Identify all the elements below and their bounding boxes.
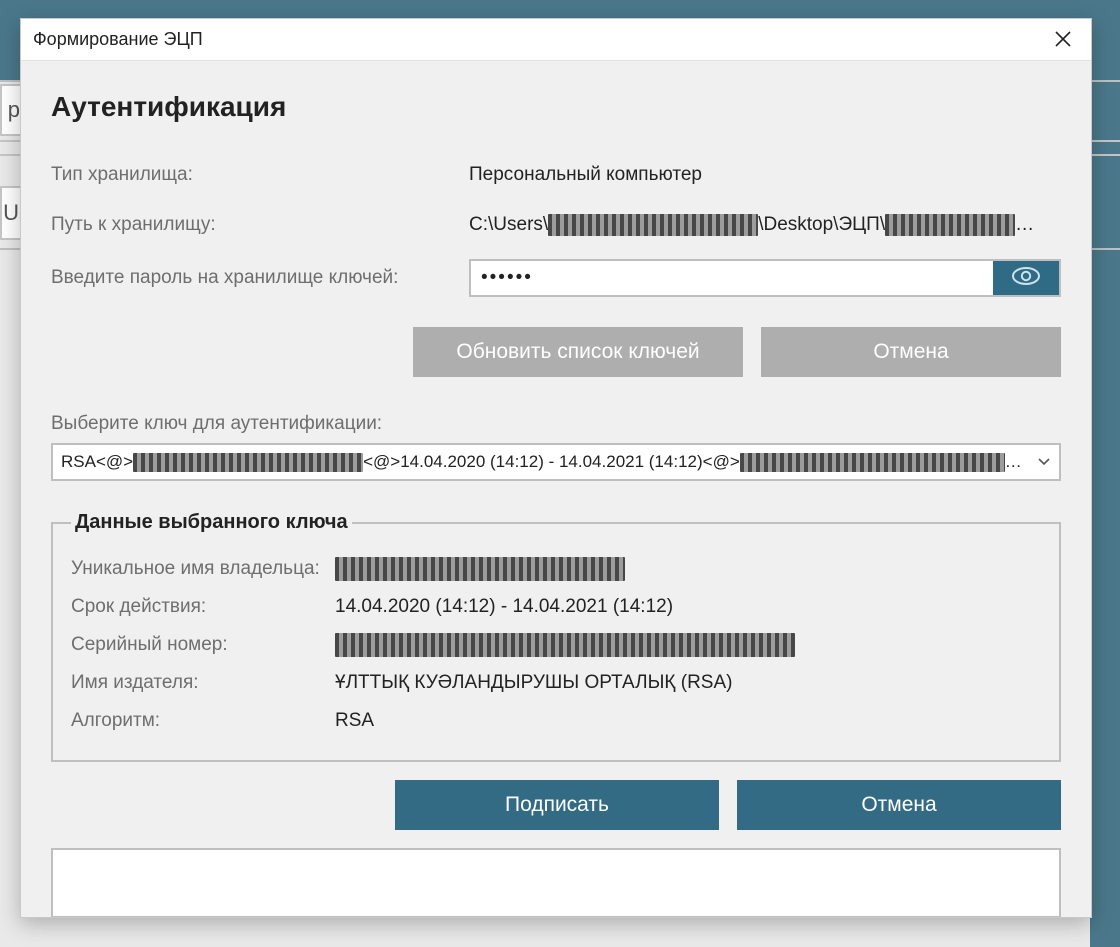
storage-type-label: Тип хранилища: (51, 164, 469, 186)
eye-icon (1011, 265, 1041, 292)
toggle-password-visibility-button[interactable] (993, 261, 1059, 295)
dialog-content: Аутентификация Тип хранилища: Персональн… (21, 61, 1091, 917)
storage-path-ellipsis: … (1015, 214, 1034, 236)
password-field-wrap (469, 259, 1061, 297)
redacted-text (335, 633, 795, 657)
algo-value: RSA (335, 710, 374, 732)
owner-value (335, 557, 625, 581)
algo-label: Алгоритм: (71, 710, 335, 732)
sign-cancel-row: Подписать Отмена (51, 780, 1061, 830)
key-data-fieldset: Данные выбранного ключа Уникальное имя в… (51, 511, 1061, 762)
chevron-down-icon (1035, 453, 1053, 471)
issuer-label: Имя издателя: (71, 672, 335, 694)
algo-row: Алгоритм: RSA (71, 706, 1041, 736)
redacted-text (335, 557, 625, 581)
status-output-box (51, 848, 1061, 917)
issuer-row: Имя издателя: ҰЛТТЫҚ КУӘЛАНДЫРУШЫ ОРТАЛЫ… (71, 668, 1041, 698)
serial-value (335, 633, 795, 657)
key-data-legend: Данные выбранного ключа (71, 511, 352, 534)
signature-dialog: Формирование ЭЦП Аутентификация Тип хран… (20, 18, 1092, 918)
validity-value: 14.04.2020 (14:12) - 14.04.2021 (14:12) (335, 596, 673, 618)
redacted-text (740, 453, 1005, 472)
key-select-prefix: RSA<@> (61, 452, 133, 472)
refresh-cancel-row: Обновить список ключей Отмена (51, 327, 1061, 377)
storage-path-mid: \Desktop\ЭЦП\ (758, 214, 885, 236)
storage-type-value: Персональный компьютер (469, 164, 1061, 186)
refresh-keys-button[interactable]: Обновить список ключей (413, 327, 743, 377)
storage-path-value: C:\Users\ \Desktop\ЭЦП\ … (469, 214, 1061, 236)
close-button[interactable] (1043, 20, 1083, 60)
owner-row: Уникальное имя владельца: (71, 554, 1041, 584)
key-select[interactable]: RSA<@> <@>14.04.2020 (14:12) - 14.04.202… (51, 443, 1061, 481)
titlebar: Формирование ЭЦП (21, 19, 1091, 61)
storage-path-label: Путь к хранилищу: (51, 214, 469, 236)
page-title: Аутентификация (51, 91, 1061, 123)
redacted-text (548, 214, 758, 236)
validity-label: Срок действия: (71, 596, 335, 618)
select-key-label: Выберите ключ для аутентификации: (51, 413, 1061, 435)
redacted-text (133, 453, 363, 472)
password-row: Введите пароль на хранилище ключей: (51, 259, 1061, 297)
serial-label: Серийный номер: (71, 634, 335, 656)
storage-path-prefix: C:\Users\ (469, 214, 548, 236)
key-select-value: RSA<@> <@>14.04.2020 (14:12) - 14.04.202… (61, 452, 1035, 472)
key-select-suffix: … (1005, 452, 1022, 472)
password-label: Введите пароль на хранилище ключей: (51, 267, 469, 289)
key-select-mid: <@>14.04.2020 (14:12) - 14.04.2021 (14:1… (363, 452, 740, 472)
sign-button[interactable]: Подписать (395, 780, 719, 830)
password-input[interactable] (471, 261, 993, 295)
issuer-value: ҰЛТТЫҚ КУӘЛАНДЫРУШЫ ОРТАЛЫҚ (RSA) (335, 672, 732, 694)
cancel-button-bottom[interactable]: Отмена (737, 780, 1061, 830)
cancel-button-top[interactable]: Отмена (761, 327, 1061, 377)
redacted-text (885, 214, 1015, 236)
owner-label: Уникальное имя владельца: (71, 558, 335, 580)
background-right-stripe (1090, 0, 1120, 947)
storage-type-row: Тип хранилища: Персональный компьютер (51, 159, 1061, 191)
background-input-fragment-1: р (0, 84, 20, 136)
validity-row: Срок действия: 14.04.2020 (14:12) - 14.0… (71, 592, 1041, 622)
window-title: Формирование ЭЦП (33, 29, 1043, 50)
serial-row: Серийный номер: (71, 630, 1041, 660)
close-icon (1055, 27, 1071, 53)
storage-path-row: Путь к хранилищу: C:\Users\ \Desktop\ЭЦП… (51, 209, 1061, 241)
